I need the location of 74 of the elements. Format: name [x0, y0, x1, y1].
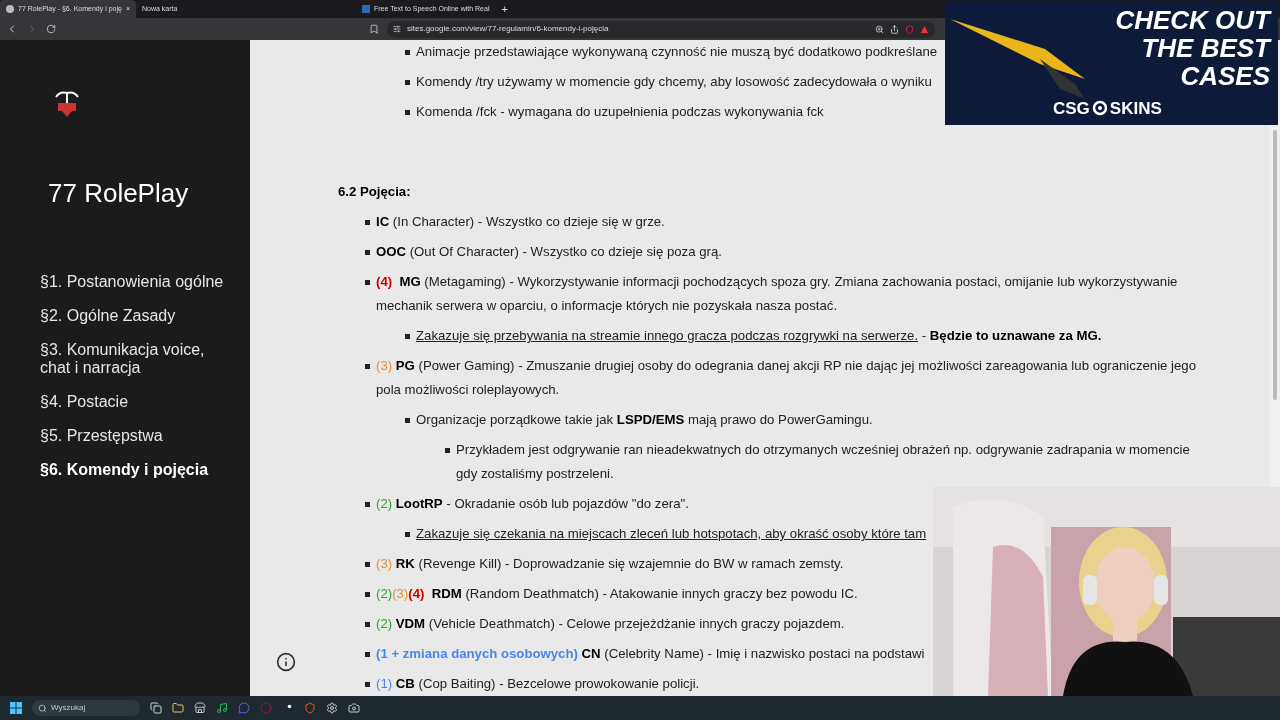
info-icon[interactable] — [276, 652, 296, 672]
list-item-text: (3) RK (Revenge Kill) - Doprowadzanie się wzajemnie do BW w ramach zemsty. — [376, 555, 844, 573]
bullet-icon — [405, 80, 410, 85]
search-icon — [38, 703, 47, 713]
ad-headline: CHECK OUT — [1115, 6, 1270, 34]
nav-link[interactable]: §2. Ogólne Zasady — [40, 307, 230, 325]
brand-text: SKINS — [1109, 97, 1162, 120]
new-tab-button[interactable]: + — [495, 0, 514, 18]
ad-headline: THE BEST — [1141, 34, 1270, 62]
bullet-icon — [405, 418, 410, 423]
bullet-icon — [365, 280, 370, 285]
bullet-icon — [365, 622, 370, 627]
section-heading: 6.2 Pojęcia: — [338, 183, 412, 201]
bullet-icon — [365, 250, 370, 255]
bullet-icon — [405, 334, 410, 339]
reload-icon[interactable] — [46, 24, 56, 34]
list-item-text: (2) VDM (Vehicle Deathmatch) - Celowe przejeżdżanie innych graczy pojazdem. — [376, 615, 845, 633]
bullet-icon — [365, 592, 370, 597]
folder-icon[interactable] — [172, 702, 184, 714]
search-field[interactable]: Wyszukaj — [32, 700, 140, 716]
logo-icon — [52, 89, 82, 119]
target-icon — [1091, 100, 1108, 117]
shield-icon[interactable] — [304, 702, 316, 714]
zoom-icon[interactable] — [875, 24, 884, 34]
nav-link[interactable]: §3. Komunikacja voice, chat i narracja — [40, 341, 230, 377]
bullet-icon — [365, 502, 370, 507]
bullet-icon — [405, 110, 410, 115]
triangle-icon[interactable] — [920, 24, 929, 34]
ad-headline: CASES — [1180, 62, 1270, 90]
list-item-text: (4) MG (Metagaming) - Wykorzystywanie informacji pochodzących spoza gry. Zmiana zachowania postaci, omijanie lub wykorzystywanie mechanik serwera w oparciu, o informacje których nie pozyskała nasza postać. — [376, 273, 1179, 315]
brand-text: CSG — [1053, 97, 1090, 120]
store-icon[interactable] — [194, 702, 206, 714]
list-item-text: (1) CB (Cop Baiting) - Bezcelowe prowokowanie policji. — [376, 675, 700, 693]
list-item-text: (2)(3)(4) RDM (Random Deathmatch) - Atakowanie innych graczy bez powodu IC. — [376, 585, 858, 603]
list-item-text: Animacje przedstawiające wykonywaną czynność nie muszą być dodatkowo podkreślane — [416, 43, 938, 61]
nav-link[interactable]: §4. Postacie — [40, 393, 230, 411]
bullet-icon — [365, 682, 370, 687]
nav-link[interactable]: §1. Postanowienia ogólne — [40, 273, 230, 291]
windows-icon[interactable] — [10, 702, 22, 714]
bullet-icon — [405, 50, 410, 55]
settings-icon[interactable] — [326, 702, 338, 714]
tab-favicon-icon — [362, 5, 370, 13]
list-item-text: Komendy /try używamy w momencie gdy chcemy, aby losowość zadecydowała o wyniku — [416, 73, 932, 91]
nav-link[interactable]: §6. Komendy i pojęcia — [40, 461, 230, 479]
tab-favicon-icon — [6, 5, 14, 13]
list-item-text: (2) LootRP - Okradanie osób lub pojazdów "do zera". — [376, 495, 689, 513]
ad-banner[interactable]: CHECK OUT THE BEST CASES CSG SKINS — [945, 2, 1278, 125]
site-settings-icon — [393, 25, 401, 33]
list-item-text: Przykładem jest odgrywanie ran nieadekwatnych do otrzymanych wcześniej obrażeń np. odgrywanie zadrapania w momencie gdy zostaliśmy postrzeleni. — [456, 441, 1191, 483]
list-item-text: (3) PG (Power Gaming) - Zmuszanie drugiej osoby do odegrania danej akcji RP nie dając jej możliwości zareagowania lub ograniczenie jego pola możliwości roleplayowych. — [376, 357, 1197, 399]
list-item-text: Komenda /fck - wymagana do uzupełnienia podczas wykonywania fck — [416, 103, 824, 121]
list-item-text: (1 + zmiana danych osobowych) CN (Celebrity Name) - Imię i nazwisko postaci na podstawi — [376, 645, 925, 663]
bullet-icon — [365, 652, 370, 657]
bullet-icon — [365, 220, 370, 225]
nav-link[interactable]: §5. Przestępstwa — [40, 427, 230, 445]
task-view-icon[interactable] — [150, 702, 162, 714]
list-item-text: IC (In Character) - Wszystko co dzieje się w grze. — [376, 213, 665, 231]
address-bar[interactable]: sites.google.com/view/77-regulamin/6-komendy-i-pojęcia — [387, 20, 935, 38]
bookmark-icon[interactable] — [369, 24, 379, 34]
list-item-text: Organizacje porządkowe takie jak LSPD/EMS mają prawo do PowerGamingu. — [416, 411, 873, 429]
share-icon[interactable] — [890, 24, 899, 34]
site-title: 77 RolePlay — [48, 177, 190, 210]
chat-icon[interactable] — [238, 702, 250, 714]
scrollbar-thumb[interactable] — [1273, 130, 1277, 400]
bullet-icon — [405, 532, 410, 537]
bullet-icon — [445, 448, 450, 453]
list-item-text: Zakazuje się przebywania na streamie innego gracza podczas rozgrywki na serwerze. - Będzie to uznawane za MG. — [416, 327, 1102, 345]
bullet-icon — [365, 364, 370, 369]
bullet-icon — [365, 562, 370, 567]
shield-icon[interactable] — [905, 24, 914, 34]
music-icon[interactable] — [216, 702, 228, 714]
list-item-text: Zakazuje się czekania na miejscach zleceń lub hotspotach, aby okraść osoby które tam — [416, 525, 927, 543]
camera-icon[interactable] — [348, 702, 360, 714]
list-item-text: OOC (Out Of Character) - Wszystko co dzieje się poza grą. — [376, 243, 722, 261]
